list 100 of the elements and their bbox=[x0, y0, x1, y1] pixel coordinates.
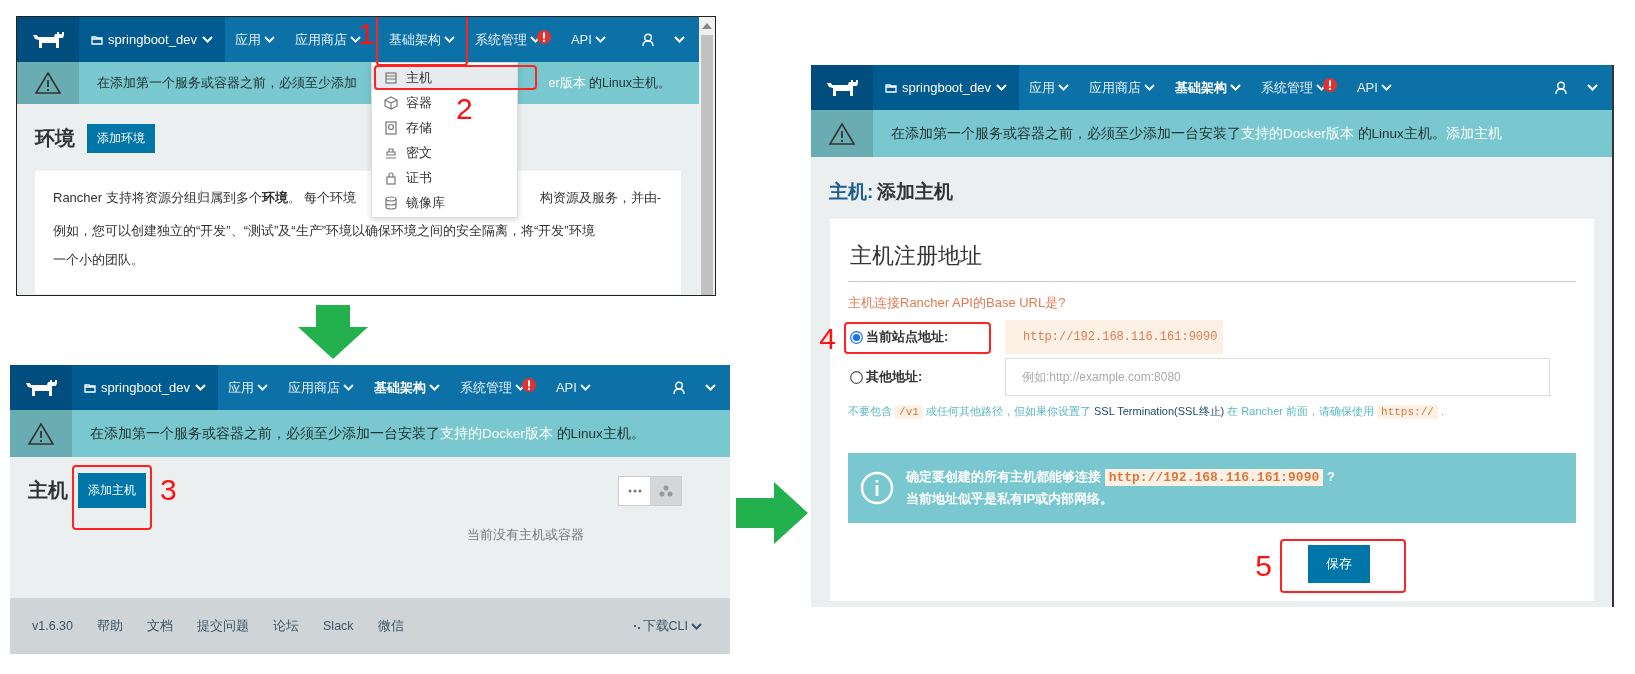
environment-menu[interactable]: springboot_dev bbox=[79, 17, 225, 62]
caret-icon bbox=[201, 36, 213, 43]
dots-icon bbox=[627, 488, 642, 493]
cow-logo-icon bbox=[31, 30, 65, 49]
footer-link[interactable]: Slack bbox=[323, 619, 354, 633]
cluster-icon bbox=[658, 484, 673, 497]
user-icon[interactable] bbox=[673, 380, 685, 395]
add-environment-button[interactable]: 添加环境 bbox=[87, 124, 155, 153]
description-text: 构资源及服务，并由- bbox=[539, 189, 661, 207]
radio-button[interactable] bbox=[850, 370, 863, 384]
caret-icon bbox=[579, 384, 591, 391]
caret-icon bbox=[256, 384, 268, 391]
step-number: 2 bbox=[455, 94, 473, 124]
folder-icon bbox=[885, 82, 897, 93]
nav-menu-item[interactable]: 应用 bbox=[227, 26, 282, 53]
warning-icon bbox=[34, 71, 62, 95]
caret-icon bbox=[428, 384, 440, 391]
nav-menu-item[interactable]: 应用商店 bbox=[280, 374, 361, 401]
warning-icon bbox=[27, 421, 55, 446]
banner-text: 的Linux主机。 bbox=[589, 75, 671, 90]
nav-menu-item[interactable]: 应用商店 bbox=[1081, 74, 1162, 101]
caret-icon bbox=[194, 384, 206, 391]
radio-option[interactable]: 其他地址: bbox=[848, 368, 923, 386]
cow-logo-icon bbox=[24, 378, 58, 397]
nav-menu-item[interactable]: 应用 bbox=[1021, 74, 1076, 101]
footer-link[interactable]: 文档 bbox=[147, 617, 173, 635]
nav-menu-item[interactable]: 基础架构 bbox=[1167, 74, 1248, 101]
nav-menu-item[interactable]: 应用 bbox=[220, 374, 275, 401]
description-text: 一个小的团队。 bbox=[53, 251, 144, 269]
view-toggle-button[interactable] bbox=[650, 476, 681, 505]
caret-icon bbox=[594, 36, 606, 43]
help-text: 不要包含 /v1 或任何其他路径，但如果你设置了 SSL Termination(SSL终止) 在 Rancher 前面，请确保使用 https:// . bbox=[848, 405, 1444, 417]
environment-menu[interactable]: springboot_dev bbox=[873, 65, 1019, 110]
page-title: 添加主机 bbox=[877, 181, 954, 202]
scroll-up-icon[interactable] bbox=[702, 23, 712, 29]
caret-icon bbox=[1229, 84, 1241, 91]
step-number: 3 bbox=[160, 475, 177, 505]
step-number: 4 bbox=[819, 324, 836, 354]
section-title: 主机注册地址 bbox=[848, 237, 1576, 282]
add-host-button[interactable]: 添加主机 bbox=[78, 473, 146, 508]
info-text: 当前地址似乎是私有IP或内部网络。 bbox=[906, 491, 1114, 506]
caret-icon bbox=[1057, 84, 1069, 91]
user-icon[interactable] bbox=[1555, 80, 1567, 95]
folder-icon bbox=[84, 382, 96, 393]
cube-icon bbox=[383, 95, 398, 110]
nav-menu-item[interactable]: API bbox=[548, 376, 598, 399]
step-number: 1 bbox=[358, 19, 375, 49]
footer-link[interactable]: 帮助 bbox=[97, 617, 123, 635]
page-title: 主机 bbox=[28, 478, 68, 503]
folder-icon bbox=[91, 34, 103, 45]
footer-link[interactable]: 论坛 bbox=[273, 617, 299, 635]
breadcrumb-link[interactable]: 主机: bbox=[829, 181, 874, 202]
nav-menu-item[interactable]: API bbox=[1349, 76, 1399, 99]
view-toggle-button[interactable] bbox=[619, 476, 650, 505]
radio-option[interactable]: 当前站点地址: bbox=[848, 328, 949, 346]
database-icon bbox=[383, 195, 398, 210]
nav-menu-item[interactable]: 系统管理 bbox=[1253, 74, 1344, 101]
right-arrow bbox=[736, 482, 808, 544]
scrollbar[interactable] bbox=[699, 17, 715, 295]
description-text: 例如，您可以创建独立的“开发”、“测试”及“生产”环境以确保环境之间的安全隔离，将“开发”环境 bbox=[53, 222, 595, 240]
info-icon bbox=[860, 471, 894, 505]
caret-icon bbox=[349, 36, 361, 43]
stamp-icon bbox=[383, 145, 398, 160]
user-icon[interactable] bbox=[642, 32, 654, 47]
caret-icon bbox=[691, 622, 702, 630]
lock-icon bbox=[383, 170, 398, 185]
nav-menu-item[interactable]: 系统管理 bbox=[452, 374, 543, 401]
cow-logo-icon bbox=[825, 78, 859, 97]
caret-icon bbox=[1143, 84, 1155, 91]
radio-button[interactable] bbox=[850, 330, 863, 344]
caret-icon bbox=[1587, 84, 1598, 91]
download-cli-menu[interactable]: 下载CLI bbox=[627, 616, 708, 636]
caret-icon bbox=[1380, 84, 1392, 91]
caret-icon bbox=[342, 384, 354, 391]
nav-menu-item[interactable]: 基础架构 bbox=[381, 26, 462, 53]
save-button[interactable]: 保存 bbox=[1308, 545, 1370, 583]
description-text: Rancher 支持将资源分组归属到多个环境。 每个环境 bbox=[53, 189, 357, 207]
caret-icon bbox=[443, 36, 455, 43]
caret-icon bbox=[705, 384, 716, 391]
url-value: http://192.168.116.161:9090 bbox=[1005, 320, 1223, 354]
warning-icon bbox=[828, 121, 856, 146]
step-number: 5 bbox=[1255, 551, 1272, 581]
nav-menu-item[interactable]: 基础架构 bbox=[366, 374, 447, 401]
page-title: 环境 bbox=[35, 126, 75, 151]
caret-icon bbox=[674, 36, 685, 43]
down-arrow bbox=[298, 305, 368, 359]
url-input-field[interactable]: 例如:http://example.com:8080 bbox=[1005, 358, 1550, 396]
list-icon bbox=[383, 70, 398, 85]
info-text: 确定要创建的所有主机都能够连接 http://192.168.116.161:9090 ? bbox=[906, 469, 1335, 484]
question-text: 主机连接Rancher API的Base URL是? bbox=[848, 294, 1067, 312]
caret-icon bbox=[995, 84, 1007, 91]
footer-link[interactable]: 提交问题 bbox=[197, 617, 249, 635]
footer-link[interactable]: 微信 bbox=[377, 617, 404, 635]
banner-text: 在添加第一个服务或容器之前，必须至少添加一台安装了支持的Docker版本 的Linux主机。 bbox=[891, 124, 1446, 143]
empty-message: 当前没有主机或容器 bbox=[467, 526, 584, 544]
environment-menu[interactable]: springboot_dev bbox=[72, 365, 218, 410]
nav-menu-item[interactable]: API bbox=[563, 28, 613, 51]
caret-icon bbox=[263, 36, 275, 43]
nav-menu-item[interactable]: 系统管理 bbox=[467, 26, 558, 53]
version-text: v1.6.30 bbox=[32, 619, 73, 633]
